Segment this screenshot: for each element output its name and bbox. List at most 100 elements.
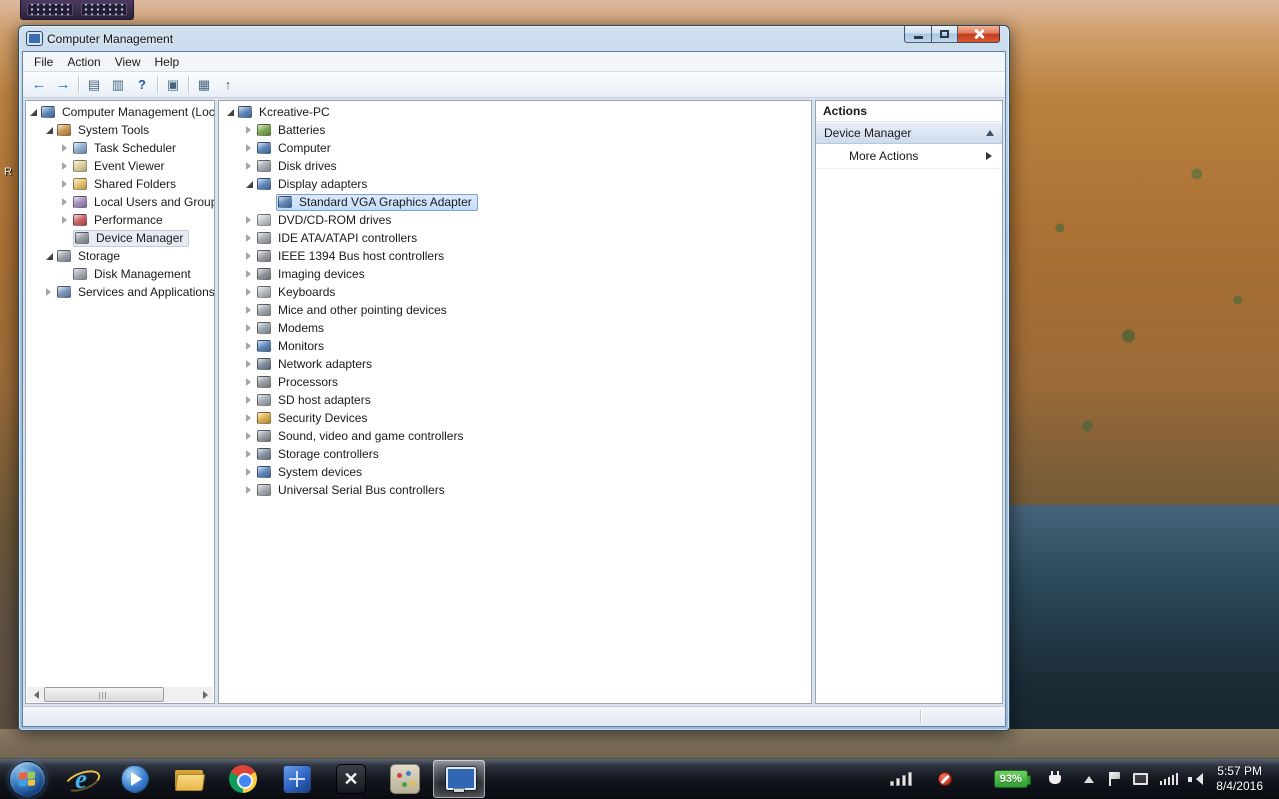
maximize-button[interactable] (932, 26, 958, 43)
expander-collapsed-icon[interactable] (244, 251, 255, 262)
device-tree-item-universal-serial-bus-controllers[interactable]: Universal Serial Bus controllers (219, 481, 811, 499)
taskbar-app-windows-media-player[interactable] (109, 760, 161, 798)
expander-expanded-icon[interactable] (44, 251, 55, 262)
sync-blocked-status-icon[interactable] (938, 772, 952, 786)
titlebar[interactable]: Computer Management (22, 26, 1006, 51)
expander-collapsed-icon[interactable] (244, 125, 255, 136)
back-button[interactable]: ← (27, 74, 51, 96)
expander-collapsed-icon[interactable] (44, 287, 55, 298)
expander-expanded-icon[interactable] (28, 107, 39, 118)
scroll-right-button[interactable] (198, 687, 213, 702)
device-tree-item-processors[interactable]: Processors (219, 373, 811, 391)
console-tree-item-event-viewer[interactable]: Event Viewer (26, 157, 214, 175)
battery-status-badge[interactable]: 93% (994, 770, 1028, 788)
device-tree-item-standard-vga-graphics-adapter[interactable]: Standard VGA Graphics Adapter (219, 193, 811, 211)
expander-collapsed-icon[interactable] (244, 485, 255, 496)
device-tree-item-modems[interactable]: Modems (219, 319, 811, 337)
device-tree-item-display-adapters[interactable]: Display adapters (219, 175, 811, 193)
device-tree-item-mice-and-other-pointing-devices[interactable]: Mice and other pointing devices (219, 301, 811, 319)
device-tree-item-ide-ata-atapi-controllers[interactable]: IDE ATA/ATAPI controllers (219, 229, 811, 247)
device-tree-item-kcreative-pc[interactable]: Kcreative-PC (219, 103, 811, 121)
console-tree-item-system-tools[interactable]: System Tools (26, 121, 214, 139)
expander-collapsed-icon[interactable] (244, 431, 255, 442)
network-tray-icon[interactable] (1160, 773, 1179, 785)
expander-collapsed-icon[interactable] (244, 233, 255, 244)
device-tree-item-storage-controllers[interactable]: Storage controllers (219, 445, 811, 463)
expander-collapsed-icon[interactable] (60, 179, 71, 190)
menu-view[interactable]: View (108, 53, 148, 71)
expander-expanded-icon[interactable] (44, 125, 55, 136)
taskbar-app-computer-management[interactable] (433, 760, 485, 798)
console-tree-item-shared-folders[interactable]: Shared Folders (26, 175, 214, 193)
volume-tray-icon[interactable] (1188, 773, 1202, 786)
expander-collapsed-icon[interactable] (244, 269, 255, 280)
taskbar-app-blue-tiles-app[interactable] (271, 760, 323, 798)
scroll-left-button[interactable] (27, 687, 42, 702)
device-tree-item-imaging-devices[interactable]: Imaging devices (219, 265, 811, 283)
expander-collapsed-icon[interactable] (60, 215, 71, 226)
expander-collapsed-icon[interactable] (244, 161, 255, 172)
collapse-section-icon[interactable] (986, 126, 994, 136)
scan-for-hardware-changes-button[interactable]: ▣ (161, 74, 185, 96)
device-tree-item-ieee-1394-bus-host-controllers[interactable]: IEEE 1394 Bus host controllers (219, 247, 811, 265)
device-tree-item-sound-video-and-game-controllers[interactable]: Sound, video and game controllers (219, 427, 811, 445)
start-button[interactable] (0, 759, 54, 799)
expander-collapsed-icon[interactable] (244, 305, 255, 316)
console-tree-item-task-scheduler[interactable]: Task Scheduler (26, 139, 214, 157)
properties-button[interactable]: ▦ (192, 74, 216, 96)
scrollbar-thumb[interactable] (44, 687, 164, 702)
action-center-flag-icon[interactable] (1108, 772, 1121, 786)
more-actions-item[interactable]: More Actions (816, 144, 1002, 169)
device-tree-item-system-devices[interactable]: System devices (219, 463, 811, 481)
expander-collapsed-icon[interactable] (244, 449, 255, 460)
console-tree-item-disk-management[interactable]: Disk Management (26, 265, 214, 283)
device-tree-item-keyboards[interactable]: Keyboards (219, 283, 811, 301)
expander-collapsed-icon[interactable] (60, 143, 71, 154)
tray-clock[interactable]: 5:57 PM 8/4/2016 (1208, 764, 1275, 794)
console-tree-item-local-users-and-groups[interactable]: Local Users and Groups (26, 193, 214, 211)
device-tree-item-disk-drives[interactable]: Disk drives (219, 157, 811, 175)
expander-collapsed-icon[interactable] (244, 395, 255, 406)
device-tree-item-sd-host-adapters[interactable]: SD host adapters (219, 391, 811, 409)
display-tray-icon[interactable] (1133, 773, 1148, 785)
update-driver-button[interactable]: ↑ (216, 74, 240, 96)
expander-collapsed-icon[interactable] (244, 215, 255, 226)
expander-expanded-icon[interactable] (244, 179, 255, 190)
expander-collapsed-icon[interactable] (244, 413, 255, 424)
taskbar-app-internet-explorer[interactable]: e (55, 760, 107, 798)
taskbar-app-x-logo-app[interactable]: ✕ (325, 760, 377, 798)
console-tree-item-performance[interactable]: Performance (26, 211, 214, 229)
show-hidden-icons-icon[interactable] (1084, 771, 1094, 783)
expander-collapsed-icon[interactable] (244, 359, 255, 370)
device-tree-item-batteries[interactable]: Batteries (219, 121, 811, 139)
device-tree-item-dvd-cd-rom-drives[interactable]: DVD/CD-ROM drives (219, 211, 811, 229)
expander-collapsed-icon[interactable] (244, 377, 255, 388)
expander-collapsed-icon[interactable] (244, 287, 255, 298)
taskbar-app-paint-palette-app[interactable] (379, 760, 431, 798)
console-tree-item-device-manager[interactable]: Device Manager (26, 229, 214, 247)
device-tree-item-computer[interactable]: Computer (219, 139, 811, 157)
signal-strength-icon[interactable] (890, 772, 912, 786)
expander-expanded-icon[interactable] (225, 107, 236, 118)
taskbar-app-google-chrome[interactable] (217, 760, 269, 798)
close-button[interactable] (958, 26, 1000, 43)
expander-collapsed-icon[interactable] (244, 341, 255, 352)
horizontal-scrollbar[interactable] (27, 687, 213, 702)
forward-button[interactable]: → (51, 74, 75, 96)
device-tree-item-security-devices[interactable]: Security Devices (219, 409, 811, 427)
menu-file[interactable]: File (27, 53, 60, 71)
expander-collapsed-icon[interactable] (244, 143, 255, 154)
expander-collapsed-icon[interactable] (60, 161, 71, 172)
console-tree-item-services-and-applications[interactable]: Services and Applications (26, 283, 214, 301)
export-list-button[interactable]: ▥ (106, 74, 130, 96)
menu-action[interactable]: Action (60, 53, 107, 71)
taskbar-app-windows-explorer[interactable] (163, 760, 215, 798)
console-tree-item-storage[interactable]: Storage (26, 247, 214, 265)
console-tree-item-computer-management-local[interactable]: Computer Management (Local (26, 103, 214, 121)
expander-collapsed-icon[interactable] (244, 323, 255, 334)
show-hide-console-tree-button[interactable]: ▤ (82, 74, 106, 96)
expander-collapsed-icon[interactable] (244, 467, 255, 478)
power-plug-icon[interactable] (1048, 771, 1062, 787)
device-tree-item-monitors[interactable]: Monitors (219, 337, 811, 355)
actions-section-device-manager[interactable]: Device Manager (816, 122, 1002, 144)
